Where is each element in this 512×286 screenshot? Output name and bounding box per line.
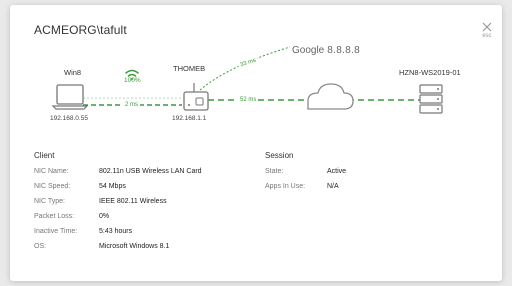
session-row-value: N/A bbox=[327, 183, 339, 190]
latency-ap-server: 52 ms bbox=[238, 97, 259, 103]
client-row-label: Packet Loss: bbox=[34, 213, 75, 220]
laptop-icon bbox=[51, 84, 89, 110]
session-row-label: State: bbox=[265, 168, 284, 175]
session-row-label: Apps In Use: bbox=[265, 183, 306, 190]
client-row-value: 0% bbox=[99, 213, 110, 220]
client-row-label: Inactive Time: bbox=[34, 228, 78, 235]
client-row-label: NIC Name: bbox=[34, 168, 69, 175]
session-heading: Session bbox=[265, 151, 294, 160]
server-icon bbox=[419, 84, 443, 114]
network-topology: Win8 192.168.0.55 100% THOMEB 192.168.1.… bbox=[10, 5, 502, 145]
client-name: Win8 bbox=[64, 68, 82, 77]
link-ap-google bbox=[199, 46, 291, 91]
latency-client-ap: 2 ms bbox=[123, 102, 141, 108]
client-row-value: Microsoft Windows 8.1 bbox=[99, 243, 170, 250]
google-address: 8.8.8.8 bbox=[327, 45, 360, 56]
server-name: HZN8-WS2019-01 bbox=[399, 68, 461, 77]
client-row-label: NIC Type: bbox=[34, 198, 65, 205]
client-row-label: OS: bbox=[34, 243, 47, 250]
ap-ip: 192.168.1.1 bbox=[172, 115, 207, 122]
client-row-value: 5:43 hours bbox=[99, 228, 133, 235]
client-row-value: IEEE 802.11 Wireless bbox=[99, 198, 167, 205]
client-row-value: 54 Mbps bbox=[99, 183, 126, 190]
internet-target: Google 8.8.8.8 bbox=[292, 45, 360, 56]
client-heading: Client bbox=[34, 151, 55, 160]
cloud-icon bbox=[307, 83, 354, 110]
session-row-value: Active bbox=[327, 168, 347, 175]
session-dialog: ACMEORG\tafult esc Win8 192.168.0.55 100… bbox=[10, 5, 502, 281]
google-label: Google bbox=[292, 45, 325, 56]
ap-name: THOMEB bbox=[173, 64, 206, 73]
client-row-label: NIC Speed: bbox=[34, 183, 71, 190]
client-ip: 192.168.0.55 bbox=[50, 115, 88, 122]
client-row-value: 802.11n USB Wireless LAN Card bbox=[99, 168, 202, 175]
signal-strength: 100% bbox=[124, 77, 141, 84]
